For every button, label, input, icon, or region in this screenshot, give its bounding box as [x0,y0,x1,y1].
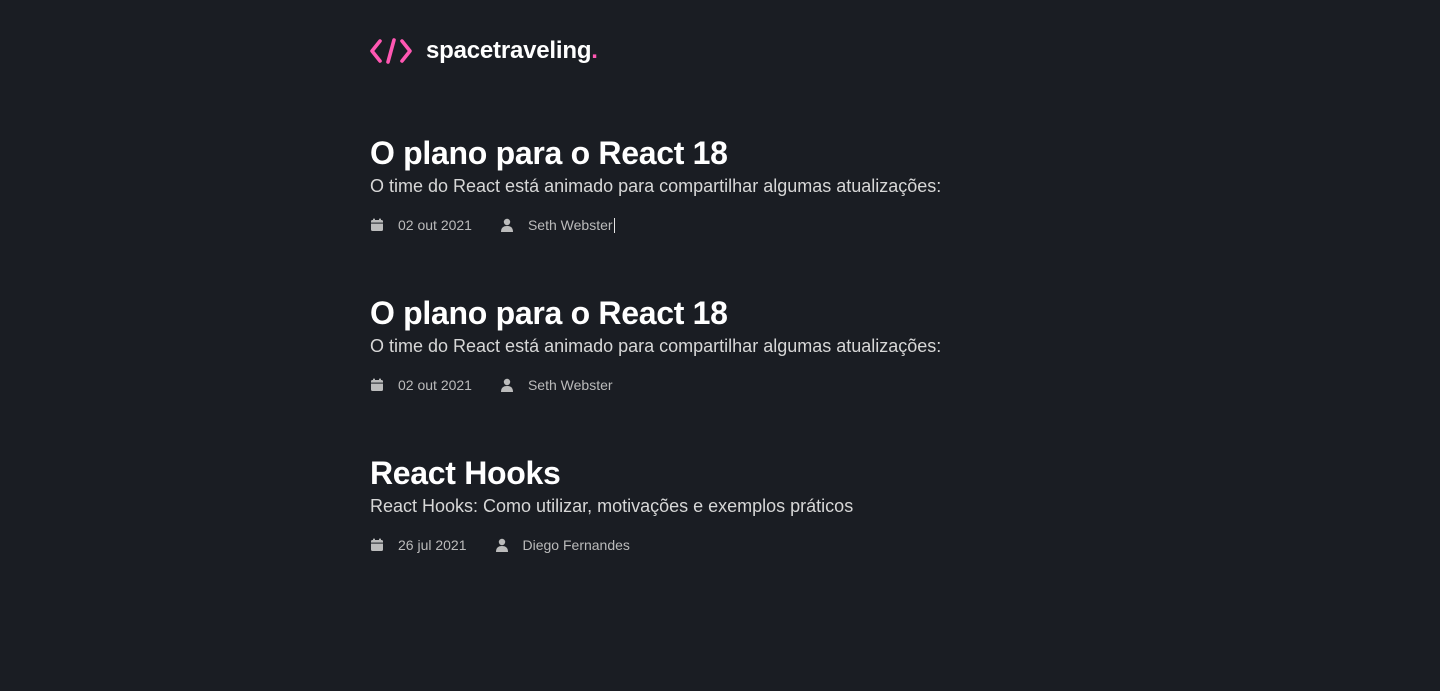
brand-name[interactable]: spacetraveling [426,37,591,65]
post-title[interactable]: React Hooks [370,453,1070,493]
user-icon [495,538,509,552]
post-author-text: Seth Webster [527,377,613,393]
post-author-text: Seth Webster [527,217,613,233]
brand-dot: . [591,37,598,64]
post-meta: 26 jul 2021 Diego Fernandes [370,535,1070,555]
post-title[interactable]: O plano para o React 18 [370,133,1070,173]
post-author-text: Diego Fernandes [522,537,630,553]
user-icon [500,218,514,232]
post-meta: 02 out 2021 Seth Webster [370,215,1070,235]
calendar-icon [370,538,384,552]
post-date-text: 26 jul 2021 [398,537,467,553]
text-cursor [613,217,615,233]
post-author: Diego Fernandes [495,537,630,553]
calendar-icon [370,218,384,232]
post-date: 02 out 2021 [370,217,472,233]
post-item[interactable]: O plano para o React 18 O time do React … [370,133,1070,235]
site-header: spacetraveling. [370,36,598,66]
post-item[interactable]: O plano para o React 18 O time do React … [370,293,1070,395]
post-author: Seth Webster [500,377,613,393]
post-author: Seth Webster [500,217,615,233]
post-date-text: 02 out 2021 [398,377,472,393]
post-subtitle: O time do React está animado para compar… [370,176,942,196]
user-icon [500,378,514,392]
post-subtitle: O time do React está animado para compar… [370,336,942,356]
calendar-icon [370,378,384,392]
post-item[interactable]: React Hooks React Hooks: Como utilizar, … [370,453,1070,555]
post-date-text: 02 out 2021 [398,217,472,233]
post-date: 26 jul 2021 [370,537,467,553]
post-title[interactable]: O plano para o React 18 [370,293,1070,333]
post-date: 02 out 2021 [370,377,472,393]
code-icon[interactable] [370,37,412,65]
post-meta: 02 out 2021 Seth Webster [370,375,1070,395]
post-subtitle: React Hooks: Como utilizar, motivações e… [370,496,854,516]
